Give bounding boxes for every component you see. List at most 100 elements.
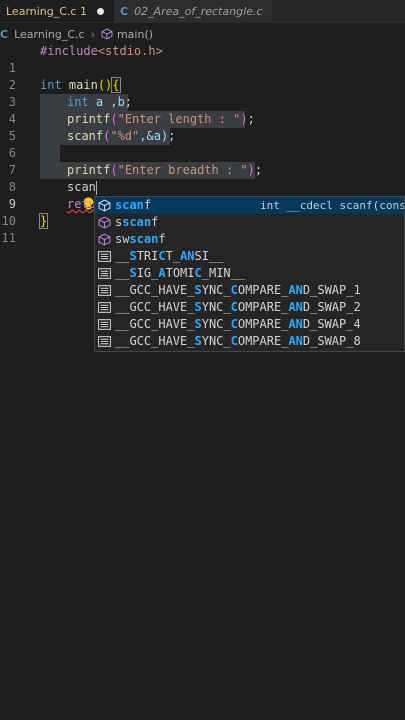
code-line-current: 9 scan [0, 179, 405, 211]
match-text: A [158, 266, 166, 280]
prefix-text: sw [115, 232, 130, 246]
tab-label: Learning_C.c 1 [6, 4, 87, 18]
match-text: C [230, 283, 238, 297]
function-name: main [61, 78, 98, 92]
code-line: 3 int main(){ [0, 77, 405, 109]
autocomplete-suggestions[interactable]: scanf int __cdecl scanf(const c sscanf s… [94, 196, 405, 352]
code-line: 2 [0, 60, 405, 92]
label-part: YNC_ [201, 300, 231, 314]
function-call: printf [67, 163, 111, 177]
breadcrumb-file[interactable]: Learning_C.c [14, 28, 84, 41]
match-text: C [230, 300, 238, 314]
return-keyword-error: retu [67, 197, 96, 211]
suggestion-gcc-swap-4[interactable]: __GCC_HAVE_SYNC_COMPARE_AND_SWAP_4 [95, 316, 404, 333]
label-part: __GCC_HAVE_ [115, 300, 195, 314]
tab-learning-c[interactable]: Learning_C.c 1 [0, 0, 114, 22]
label-part: D_SWAP_4 [302, 317, 361, 331]
paren: ) [240, 112, 248, 126]
include-header: <stdio.h> [97, 44, 163, 58]
function-call: scanf [67, 129, 104, 143]
include-directive: #include [40, 44, 98, 58]
method-cube-icon [101, 28, 113, 40]
suggestion-scanf[interactable]: scanf int __cdecl scanf(const c [95, 197, 404, 214]
arguments: ,&a); [139, 129, 176, 143]
match-text: scan [115, 198, 144, 212]
match-text: S [194, 317, 202, 331]
paren: () [97, 78, 113, 92]
suggestion-gcc-swap-1[interactable]: __GCC_HAVE_SYNC_COMPARE_AND_SWAP_1 [95, 282, 404, 299]
code-line: 5 printf("Enter length : "); [0, 111, 405, 143]
label-part: TOMI [165, 266, 195, 280]
match-text: S [129, 266, 137, 280]
rest-text: f [158, 232, 166, 246]
c-file-icon: C [0, 27, 9, 41]
match-text: scan [122, 215, 152, 229]
line-number: 11 [1, 231, 16, 245]
tab-area-of-rectangle[interactable]: C 02_Area_of_rectangle.c [113, 0, 273, 22]
label-part: D_SWAP_8 [302, 334, 361, 348]
match-text: C [230, 317, 238, 331]
rest-text: f [143, 198, 152, 212]
label-part: __ [115, 266, 130, 280]
paren: ) [247, 163, 255, 177]
match-text: C [230, 334, 238, 348]
label-part: __GCC_HAVE_ [115, 317, 195, 331]
suggestion-detail: int __cdecl scanf(const c [260, 199, 404, 212]
chevron-right-icon: › [90, 27, 95, 41]
breadcrumb-symbol[interactable]: main() [117, 28, 153, 41]
brace-close: } [38, 213, 49, 229]
label-part: T_ [165, 249, 181, 263]
match-text: AN [180, 249, 195, 263]
match-text: C [194, 266, 202, 280]
code-line: 1 #include<stdio.h> [0, 43, 405, 75]
macro-icon [98, 251, 111, 262]
code-line: 6 scanf("%d",&a); [0, 128, 405, 160]
variable-declaration: a ,b; [88, 95, 133, 109]
match-text: S [129, 249, 137, 263]
label-part: D_SWAP_2 [302, 300, 361, 314]
label-part: YNC_ [201, 283, 231, 297]
paren: ( [110, 163, 118, 177]
brace-open: { [111, 77, 121, 93]
code-line: 7 [0, 145, 405, 177]
label-part: __GCC_HAVE_ [115, 283, 195, 297]
suggestion-gcc-swap-2[interactable]: __GCC_HAVE_SYNC_COMPARE_AND_SWAP_2 [95, 299, 404, 316]
suggestion-swscanf[interactable]: swscanf [95, 231, 404, 248]
macro-icon [98, 285, 111, 296]
keyword-int: int [67, 95, 89, 109]
string-literal: "Enter length : " [117, 112, 241, 126]
string-literal: "%d" [110, 129, 140, 143]
label-part: YNC_ [201, 317, 231, 331]
semicolon: ; [247, 112, 255, 126]
text-cursor [95, 180, 97, 195]
suggestion-sig-atomic-min[interactable]: __SIG_ATOMIC_MIN__ [95, 265, 404, 282]
match-text: AN [288, 334, 303, 348]
label-part: YNC_ [201, 334, 231, 348]
label-part: _MIN__ [201, 266, 246, 280]
match-text: AN [288, 283, 303, 297]
label-part: SI__ [194, 249, 224, 263]
macro-icon [98, 302, 111, 313]
suggestion-sscanf[interactable]: sscanf [95, 214, 404, 231]
c-file-icon: C [119, 4, 129, 18]
suggestion-strict-ansi[interactable]: __STRICT_ANSI__ [95, 248, 404, 265]
function-cube-icon [98, 233, 111, 246]
label-part: D_SWAP_1 [302, 283, 361, 297]
suggestion-gcc-swap-8[interactable]: __GCC_HAVE_SYNC_COMPARE_AND_SWAP_8 [95, 333, 404, 350]
match-text: S [194, 334, 202, 348]
paren: ( [110, 112, 118, 126]
match-text: S [194, 300, 202, 314]
tab-bar: Learning_C.c 1 C 02_Area_of_rectangle.c [0, 0, 405, 23]
macro-icon [98, 268, 111, 279]
rest-text: f [151, 215, 159, 229]
semicolon: ; [254, 163, 263, 177]
code-line: 8 printf("Enter breadth : "); [0, 162, 405, 194]
function-call: printf [67, 112, 111, 126]
code-line: 4 int a ,b; [0, 94, 405, 126]
keyword-int: int [40, 78, 62, 92]
typed-text: scan [67, 180, 96, 194]
label-part: OMPARE_ [237, 300, 289, 314]
label-part: OMPARE_ [237, 317, 289, 331]
label-part: OMPARE_ [237, 283, 289, 297]
label-part: TRI [136, 249, 159, 263]
